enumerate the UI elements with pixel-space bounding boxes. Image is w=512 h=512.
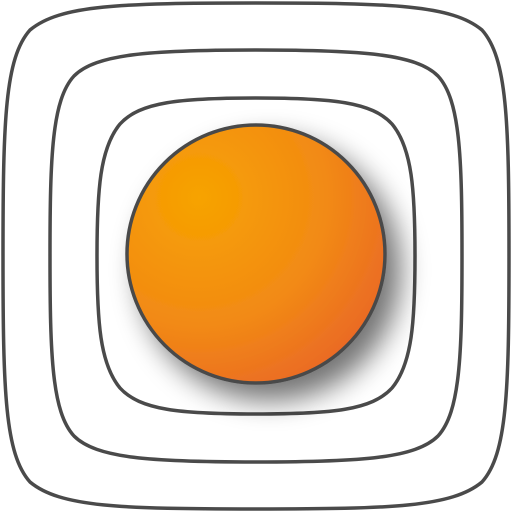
orange-circle-app-icon: [1, 1, 511, 511]
app-icon: [0, 0, 512, 512]
orange-ball: [125, 123, 387, 385]
